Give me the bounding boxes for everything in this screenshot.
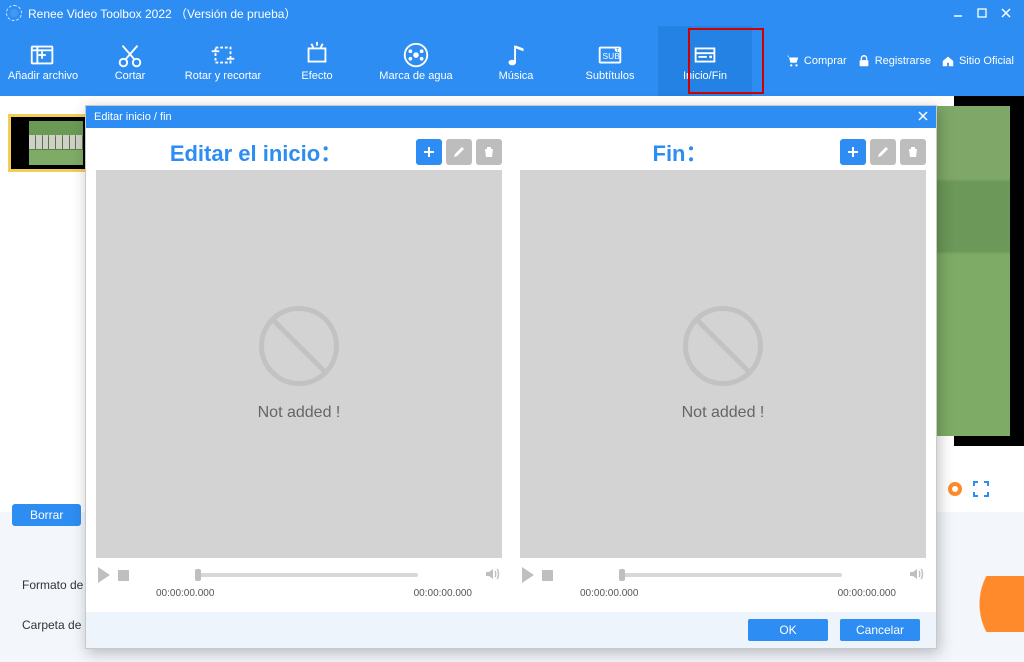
title-bar: Renee Video Toolbox 2022 （Versión de pru… <box>0 0 1024 26</box>
tool-start-end[interactable]: Inicio/Fin <box>658 26 752 96</box>
start-end-icon <box>690 40 720 70</box>
start-timecodes: 00:00:00.000 00:00:00.000 <box>96 588 502 603</box>
start-time-begin: 00:00:00.000 <box>156 588 214 599</box>
edit-start-end-dialog: Editar inicio / fin Editar el inicio： <box>85 105 937 649</box>
start-add-button[interactable] <box>416 139 442 165</box>
start-stop-button[interactable] <box>118 570 129 581</box>
end-pane-title: Fin： <box>520 136 840 168</box>
tool-subtitles[interactable]: SUB T Subtítulos <box>562 26 658 96</box>
effect-icon <box>302 40 332 70</box>
not-added-icon <box>683 306 763 386</box>
start-edit-button[interactable] <box>446 139 472 165</box>
start-play-button[interactable] <box>98 567 110 583</box>
tool-label: Añadir archivo <box>8 70 78 82</box>
tool-label: Cortar <box>115 70 146 82</box>
timeline-controls <box>948 480 1018 498</box>
cut-icon <box>115 40 145 70</box>
end-stop-button[interactable] <box>542 570 553 581</box>
start-pane: Editar el inicio： Not added ! <box>96 134 502 603</box>
end-video-slot: Not added ! <box>520 170 926 558</box>
tool-add-file[interactable]: Añadir archivo <box>0 26 86 96</box>
cancel-button[interactable]: Cancelar <box>840 619 920 641</box>
output-format-label: Formato de <box>22 578 83 592</box>
end-delete-button[interactable] <box>900 139 926 165</box>
trash-icon <box>906 145 920 159</box>
site-label: Sitio Oficial <box>959 55 1014 67</box>
end-pane: Fin： Not added ! <box>520 134 926 603</box>
end-time-end: 00:00:00.000 <box>838 588 896 599</box>
ok-button[interactable]: OK <box>748 619 828 641</box>
end-player-controls <box>520 558 926 592</box>
cart-icon <box>786 54 800 68</box>
start-video-slot: Not added ! <box>96 170 502 558</box>
tool-cut[interactable]: Cortar <box>86 26 174 96</box>
official-site-button[interactable]: Sitio Oficial <box>941 54 1014 68</box>
start-button-partial[interactable] <box>944 576 1024 632</box>
end-add-button[interactable] <box>840 139 866 165</box>
dialog-title: Editar inicio / fin <box>94 111 172 123</box>
register-label: Registrarse <box>875 55 931 67</box>
timeline-playhead[interactable] <box>948 482 962 496</box>
tool-music[interactable]: Música <box>470 26 562 96</box>
tool-watermark[interactable]: Marca de agua <box>362 26 470 96</box>
toolbar-right: Comprar Registrarse Sitio Oficial <box>752 26 1024 96</box>
maximize-button[interactable] <box>970 3 994 23</box>
start-pane-title: Editar el inicio： <box>96 136 416 168</box>
end-edit-button[interactable] <box>870 139 896 165</box>
tool-label: Música <box>499 70 534 82</box>
delete-button[interactable]: Borrar <box>12 504 81 526</box>
not-added-icon <box>259 306 339 386</box>
pencil-icon <box>452 145 466 159</box>
tool-label: Marca de agua <box>379 70 452 82</box>
tool-label: Efecto <box>301 70 332 82</box>
start-seek-slider[interactable] <box>195 573 418 577</box>
start-time-end: 00:00:00.000 <box>414 588 472 599</box>
not-added-label: Not added ! <box>258 404 341 422</box>
start-volume-button[interactable] <box>484 566 500 585</box>
dialog-close-button[interactable] <box>918 111 928 124</box>
lock-icon <box>857 54 871 68</box>
subtitles-icon: SUB T <box>595 40 625 70</box>
output-folder-label: Carpeta de <box>22 618 81 632</box>
trash-icon <box>482 145 496 159</box>
dialog-title-bar: Editar inicio / fin <box>86 106 936 128</box>
pencil-icon <box>876 145 890 159</box>
app-logo-icon <box>6 5 22 21</box>
clip-thumbnail[interactable] <box>8 114 90 172</box>
tool-label: Inicio/Fin <box>683 70 727 82</box>
end-volume-button[interactable] <box>908 566 924 585</box>
fullscreen-icon[interactable] <box>972 480 990 498</box>
main-toolbar: Añadir archivo Cortar Rotar y recortar E… <box>0 26 1024 96</box>
minimize-button[interactable] <box>946 3 970 23</box>
plus-icon <box>846 145 860 159</box>
end-time-begin: 00:00:00.000 <box>580 588 638 599</box>
tool-rotate-crop[interactable]: Rotar y recortar <box>174 26 272 96</box>
preview-panel <box>954 96 1024 446</box>
close-button[interactable] <box>994 3 1018 23</box>
not-added-label: Not added ! <box>682 404 765 422</box>
home-icon <box>941 54 955 68</box>
plus-icon <box>422 145 436 159</box>
start-delete-button[interactable] <box>476 139 502 165</box>
start-player-controls <box>96 558 502 592</box>
buy-label: Comprar <box>804 55 847 67</box>
add-file-icon <box>28 40 58 70</box>
tool-label: Subtítulos <box>586 70 635 82</box>
end-seek-slider[interactable] <box>619 573 842 577</box>
music-icon <box>501 40 531 70</box>
buy-button[interactable]: Comprar <box>786 54 847 68</box>
watermark-icon <box>401 40 431 70</box>
app-title: Renee Video Toolbox 2022 （Versión de pru… <box>28 5 296 22</box>
rotate-crop-icon <box>208 40 238 70</box>
tool-effect[interactable]: Efecto <box>272 26 362 96</box>
end-timecodes: 00:00:00.000 00:00:00.000 <box>520 588 926 603</box>
end-play-button[interactable] <box>522 567 534 583</box>
dialog-footer: OK Cancelar <box>86 612 936 648</box>
register-button[interactable]: Registrarse <box>857 54 931 68</box>
tool-label: Rotar y recortar <box>185 70 261 82</box>
svg-text:T: T <box>616 48 620 54</box>
